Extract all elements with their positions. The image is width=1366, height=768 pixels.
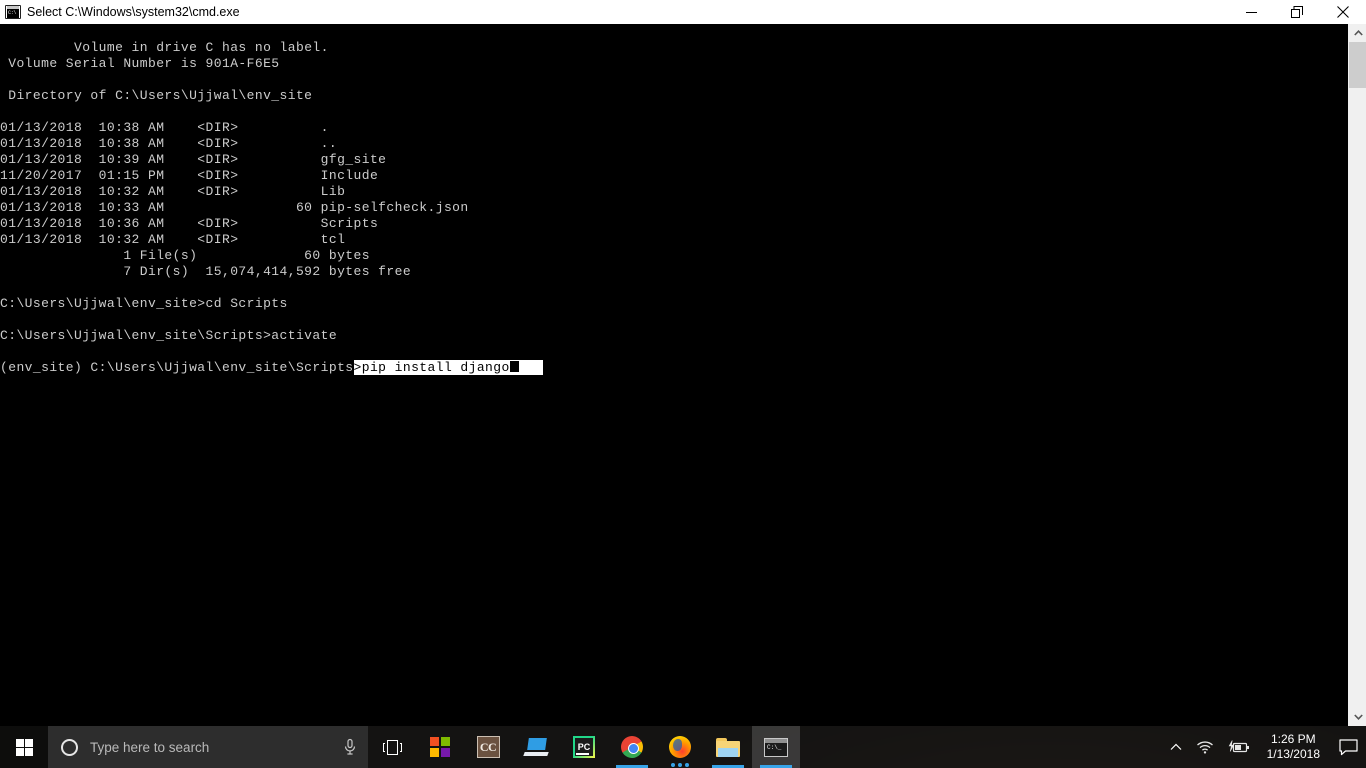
console-text: Volume in drive C has no label. Volume S…: [0, 24, 544, 392]
desktop: Select C:\Windows\system32\cmd.exe: [0, 0, 1366, 768]
prompt-unselected-prefix: (env_site) C:\Users\Ujjwal\env_site\Scri…: [0, 360, 354, 375]
chrome-icon: [621, 736, 643, 758]
start-button[interactable]: [0, 726, 48, 768]
search-input[interactable]: Type here to search: [90, 740, 342, 755]
clock-date: 1/13/2018: [1266, 747, 1320, 761]
taskbar-button-mozilla-firefox[interactable]: [656, 726, 704, 768]
pycharm-icon: PC: [573, 736, 595, 758]
scroll-up-arrow[interactable]: [1349, 24, 1366, 42]
cc-icon: CC: [476, 736, 500, 758]
window-titlebar[interactable]: Select C:\Windows\system32\cmd.exe: [0, 0, 1366, 24]
taskbar-button-task-view[interactable]: [368, 726, 416, 768]
selected-command-text[interactable]: >pip install django: [353, 360, 544, 375]
selected-command-label: >pip install django: [353, 360, 510, 375]
window-title: Select C:\Windows\system32\cmd.exe: [27, 5, 240, 19]
microsoft-store-icon: [430, 737, 450, 757]
windows-logo-icon: [15, 738, 33, 756]
system-tray: 1:26 PM 1/13/2018: [1163, 726, 1366, 768]
clock-time: 1:26 PM: [1270, 732, 1316, 746]
taskbar-button-command-prompt[interactable]: C:\_: [752, 726, 800, 768]
console-output-area[interactable]: Volume in drive C has no label. Volume S…: [0, 24, 1348, 726]
scroll-down-arrow[interactable]: [1349, 708, 1366, 726]
battery-charging-icon[interactable]: [1221, 726, 1257, 768]
taskbar-button-cc-app[interactable]: CC: [464, 726, 512, 768]
firefox-icon: [669, 736, 691, 758]
show-hidden-icons-button[interactable]: [1163, 726, 1189, 768]
cortana-circle-icon[interactable]: [61, 738, 78, 756]
minimize-button[interactable]: [1228, 0, 1274, 24]
clock[interactable]: 1:26 PM 1/13/2018: [1257, 726, 1330, 768]
task-view-icon: [382, 739, 402, 755]
taskbar-button-remote-desktop[interactable]: [512, 726, 560, 768]
taskbar-button-microsoft-store[interactable]: [416, 726, 464, 768]
microphone-icon[interactable]: [342, 738, 358, 756]
console-scrollbar[interactable]: [1348, 24, 1366, 726]
taskbar-button-google-chrome[interactable]: [608, 726, 656, 768]
cmd-console-icon: [5, 5, 21, 19]
action-center-button[interactable]: [1330, 726, 1366, 768]
command-prompt-window: Select C:\Windows\system32\cmd.exe: [0, 0, 1366, 726]
selection-trailing-space: [519, 360, 544, 375]
scroll-thumb[interactable]: [1349, 42, 1366, 88]
restore-button[interactable]: [1274, 0, 1320, 24]
folder-icon: [716, 737, 740, 757]
taskbar-button-pycharm[interactable]: PC: [560, 726, 608, 768]
text-cursor: [509, 361, 519, 372]
window-controls: [1228, 0, 1366, 24]
taskbar-button-file-explorer[interactable]: [704, 726, 752, 768]
taskbar: Type here to search CC PC C:\_ 1:26 PM 1…: [0, 726, 1366, 768]
wifi-icon[interactable]: [1189, 726, 1221, 768]
cmd-icon: C:\_: [764, 737, 788, 757]
close-button[interactable]: [1320, 0, 1366, 24]
loading-indicator: [656, 763, 704, 767]
taskbar-search-box[interactable]: Type here to search: [48, 726, 368, 768]
laptop-icon: [523, 738, 549, 756]
console-scrollback: Volume in drive C has no label. Volume S…: [0, 40, 469, 343]
